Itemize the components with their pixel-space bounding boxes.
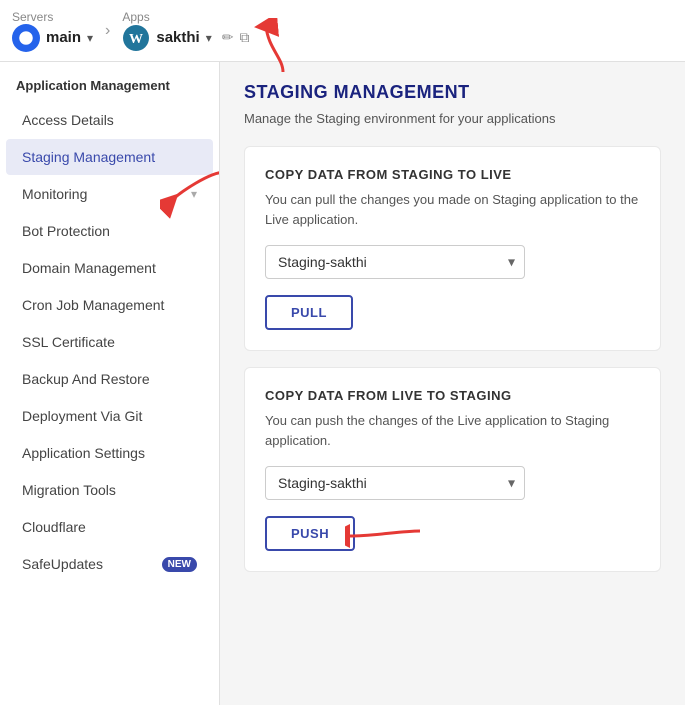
wordpress-icon: W — [122, 24, 150, 52]
sidebar-item-cron-job-management[interactable]: Cron Job Management — [6, 287, 213, 323]
app-actions: ✏ ⧉ — [222, 29, 250, 46]
push-btn-row: PUSH — [265, 516, 640, 551]
sidebar-label-migration-tools: Migration Tools — [22, 482, 116, 498]
app-name[interactable]: sakthi — [156, 29, 199, 46]
sidebar-label-cloudflare: Cloudflare — [22, 519, 86, 535]
app-row: W sakthi ▾ ✏ ⧉ — [122, 24, 249, 52]
red-arrow-sidebar-indicator — [160, 162, 220, 225]
page-desc: Manage the Staging environment for your … — [244, 111, 661, 126]
server-chevron-icon[interactable]: ▾ — [87, 31, 93, 45]
sidebar-label-bot-protection: Bot Protection — [22, 223, 110, 239]
push-card-desc: You can push the changes of the Live app… — [265, 411, 640, 450]
sidebar-section-title: Application Management — [0, 62, 219, 101]
new-badge: NEW — [162, 557, 197, 572]
server-svg-icon — [18, 30, 34, 46]
apps-section: Apps W sakthi ▾ ✏ ⧉ — [122, 10, 249, 52]
server-icon — [12, 24, 40, 52]
sidebar-label-application-settings: Application Settings — [22, 445, 145, 461]
sidebar-item-domain-management[interactable]: Domain Management — [6, 250, 213, 286]
svg-text:W: W — [129, 32, 143, 47]
sidebar-item-safe-updates[interactable]: SafeUpdates NEW — [6, 546, 213, 582]
sidebar-label-staging-management: Staging Management — [22, 149, 155, 165]
pull-card-title: COPY DATA FROM STAGING TO LIVE — [265, 167, 640, 182]
servers-label: Servers — [12, 10, 93, 24]
main-content: STAGING MANAGEMENT Manage the Staging en… — [220, 62, 685, 705]
servers-section: Servers main ▾ — [12, 10, 93, 52]
sidebar-label-monitoring: Monitoring — [22, 186, 87, 202]
sidebar-item-ssl-certificate[interactable]: SSL Certificate — [6, 324, 213, 360]
sidebar-label-safe-updates: SafeUpdates — [22, 556, 103, 572]
pull-button[interactable]: PULL — [265, 295, 353, 330]
red-arrow-push-indicator — [345, 506, 425, 559]
sidebar-item-deployment-via-git[interactable]: Deployment Via Git — [6, 398, 213, 434]
breadcrumb-arrow-icon: › — [105, 22, 110, 40]
sidebar-label-deployment-via-git: Deployment Via Git — [22, 408, 142, 424]
main-layout: Application Management Access Details St… — [0, 62, 685, 705]
pull-btn-row: PULL — [265, 295, 640, 330]
sidebar-item-cloudflare[interactable]: Cloudflare — [6, 509, 213, 545]
sidebar-label-cron-job-management: Cron Job Management — [22, 297, 164, 313]
sidebar-item-migration-tools[interactable]: Migration Tools — [6, 472, 213, 508]
server-name[interactable]: main — [46, 29, 81, 46]
pull-select-wrapper: Staging-sakthi ▾ — [265, 245, 525, 279]
push-card-title: COPY DATA FROM LIVE TO STAGING — [265, 388, 640, 403]
pull-card-desc: You can pull the changes you made on Sta… — [265, 190, 640, 229]
sidebar-item-backup-and-restore[interactable]: Backup And Restore — [6, 361, 213, 397]
apps-label: Apps — [122, 10, 249, 24]
push-select[interactable]: Staging-sakthi — [265, 466, 525, 500]
sidebar-label-backup-and-restore: Backup And Restore — [22, 371, 150, 387]
pull-select[interactable]: Staging-sakthi — [265, 245, 525, 279]
app-chevron-icon[interactable]: ▾ — [206, 31, 212, 45]
edit-icon[interactable]: ✏ — [222, 29, 234, 46]
sidebar-label-ssl-certificate: SSL Certificate — [22, 334, 115, 350]
pull-card: COPY DATA FROM STAGING TO LIVE You can p… — [244, 146, 661, 351]
sidebar: Application Management Access Details St… — [0, 62, 220, 705]
sidebar-item-access-details[interactable]: Access Details — [6, 102, 213, 138]
push-button[interactable]: PUSH — [265, 516, 355, 551]
page-title: STAGING MANAGEMENT — [244, 82, 661, 103]
red-arrow-up-indicator — [248, 18, 298, 76]
sidebar-label-domain-management: Domain Management — [22, 260, 156, 276]
sidebar-item-application-settings[interactable]: Application Settings — [6, 435, 213, 471]
sidebar-label-access-details: Access Details — [22, 112, 114, 128]
server-row: main ▾ — [12, 24, 93, 52]
push-card: COPY DATA FROM LIVE TO STAGING You can p… — [244, 367, 661, 572]
push-select-wrapper: Staging-sakthi ▾ — [265, 466, 525, 500]
top-bar: Servers main ▾ › Apps W sakthi ▾ — [0, 0, 685, 62]
